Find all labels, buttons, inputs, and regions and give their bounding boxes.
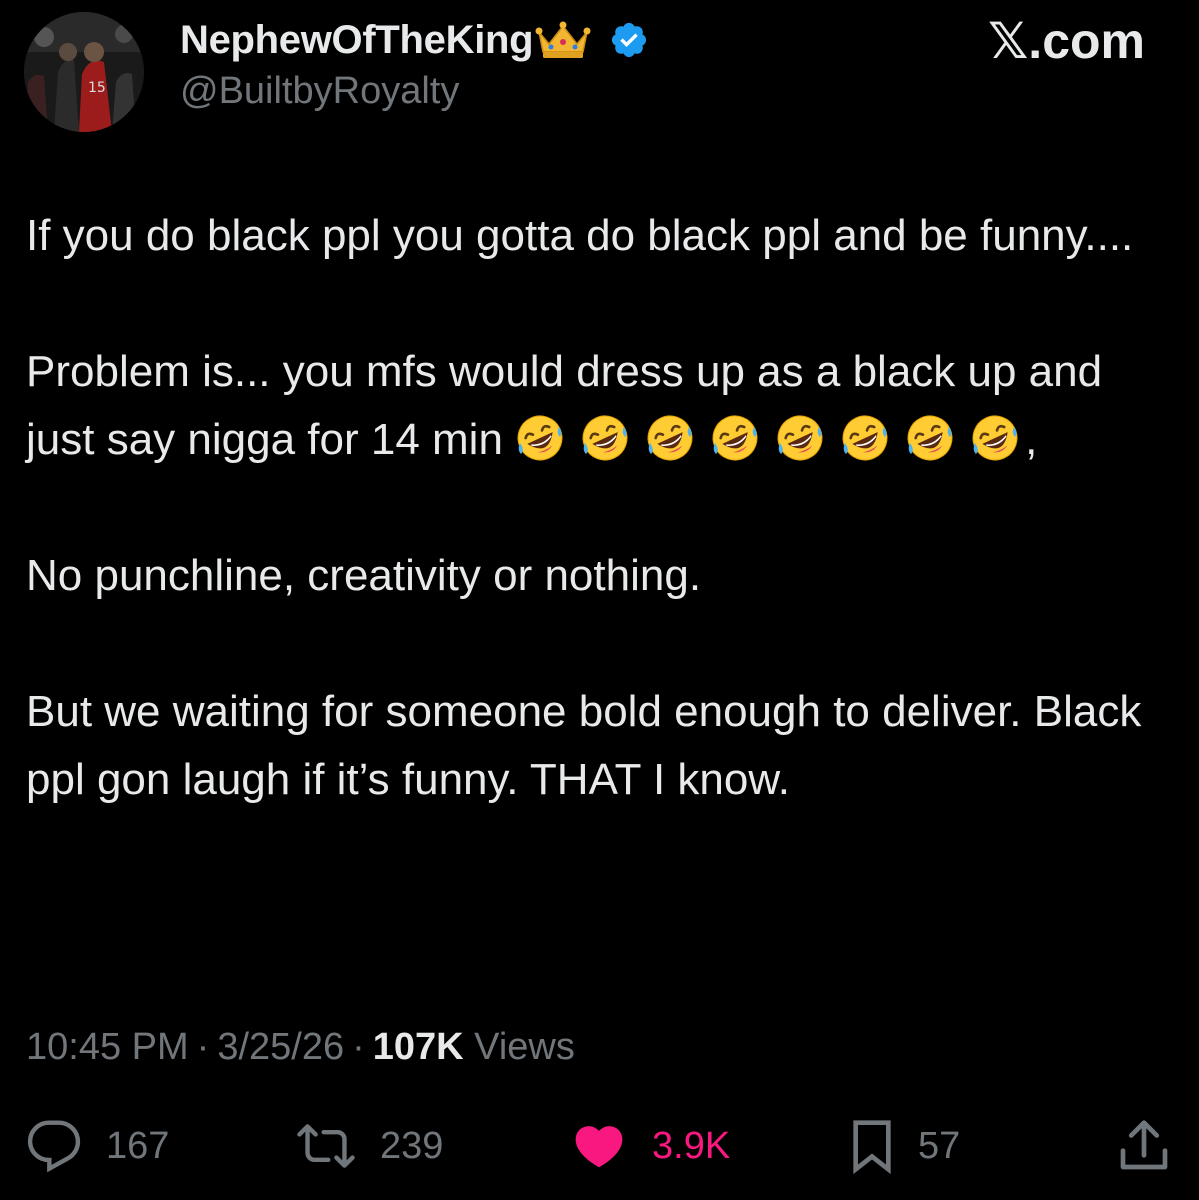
share-button[interactable]	[1118, 1118, 1170, 1174]
like-button[interactable]: 3.9K	[570, 1118, 730, 1174]
crown-icon	[535, 20, 591, 60]
avatar[interactable]: 15	[24, 12, 144, 132]
tweet-paragraph: But we waiting for someone bold enough t…	[26, 687, 1142, 804]
repost-button[interactable]: 239	[296, 1118, 443, 1174]
tweet-date[interactable]: 3/25/26	[217, 1026, 344, 1068]
emoji-run: ,	[515, 415, 1037, 464]
reply-icon	[26, 1118, 82, 1174]
rolling-on-floor-laughing-emoji-icon	[840, 413, 890, 463]
rolling-on-floor-laughing-emoji-icon	[710, 413, 760, 463]
site-watermark: 𝕏.com	[988, 13, 1145, 69]
tweet-paragraph: No punchline, creativity or nothing.	[26, 551, 702, 600]
rolling-on-floor-laughing-emoji-icon	[905, 413, 955, 463]
rolling-on-floor-laughing-emoji-icon	[515, 413, 565, 463]
like-count: 3.9K	[652, 1124, 731, 1167]
heart-icon	[570, 1118, 628, 1174]
emoji-run-trailing: ,	[1025, 415, 1038, 464]
verified-badge-icon	[609, 20, 649, 60]
repost-icon	[296, 1118, 356, 1174]
bookmark-button[interactable]: 57	[850, 1118, 960, 1174]
tweet-meta: 10:45 PM · 3/25/26 · 107K Views	[26, 1026, 575, 1069]
rolling-on-floor-laughing-emoji-icon	[645, 413, 695, 463]
bookmark-count: 57	[918, 1124, 961, 1167]
views-count: 107K	[372, 1026, 464, 1068]
svg-text:15: 15	[88, 80, 106, 96]
author-handle[interactable]: @BuiltbyRoyalty	[180, 70, 459, 113]
tweet-time[interactable]: 10:45 PM	[26, 1026, 189, 1068]
tweet-text: If you do black ppl you gotta do black p…	[26, 202, 1176, 814]
rolling-on-floor-laughing-emoji-icon	[970, 413, 1020, 463]
rolling-on-floor-laughing-emoji-icon	[775, 413, 825, 463]
avatar-image: 15	[24, 12, 144, 132]
reply-button[interactable]: 167	[26, 1118, 169, 1174]
meta-separator: ·	[196, 1026, 210, 1068]
author-name-row[interactable]: NephewOfTheKing	[180, 14, 649, 66]
reply-count: 167	[106, 1124, 170, 1167]
display-name[interactable]: NephewOfTheKing	[180, 18, 534, 63]
repost-count: 239	[380, 1124, 444, 1167]
tweet-card: 15 NephewOfTheKing @BuiltbyRoyalty 𝕏.com…	[0, 0, 1199, 1200]
bookmark-icon	[850, 1118, 894, 1174]
share-icon	[1118, 1118, 1170, 1174]
tweet-paragraph-with-emoji: Problem is... you mfs would dress up as …	[26, 338, 1176, 474]
views-label: Views	[474, 1026, 575, 1068]
rolling-on-floor-laughing-emoji-icon	[580, 413, 630, 463]
tweet-paragraph: If you do black ppl you gotta do black p…	[26, 211, 1134, 260]
meta-separator: ·	[352, 1026, 365, 1068]
